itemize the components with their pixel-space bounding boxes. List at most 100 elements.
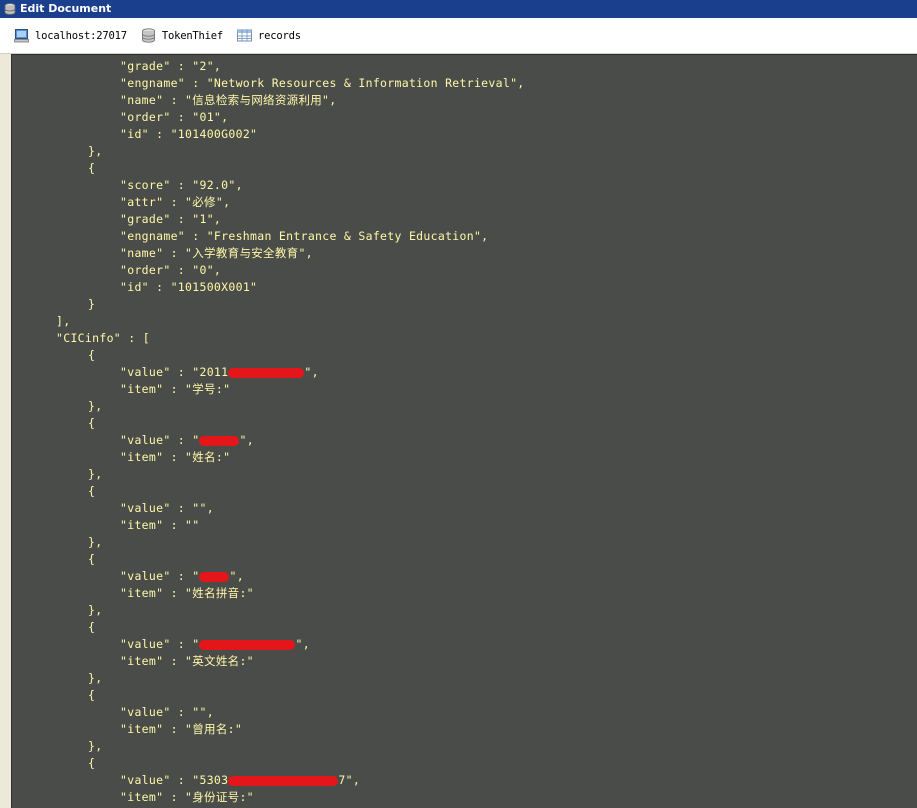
json-field-line: "grade" : "2",	[12, 58, 917, 75]
json-field-line: "item" : "姓名拼音:"	[12, 585, 917, 602]
redaction-mark	[199, 571, 230, 582]
json-separator: :	[170, 433, 193, 447]
json-separator: :	[163, 382, 186, 396]
json-bracket-line: },	[12, 398, 917, 415]
redaction-mark	[199, 639, 296, 650]
json-value: "",	[192, 705, 214, 719]
table-icon	[237, 29, 253, 42]
json-value: "英文姓名:"	[185, 654, 254, 668]
json-key: "value"	[120, 433, 171, 447]
database-icon	[4, 3, 16, 15]
json-separator: :	[121, 331, 143, 345]
json-bracket: },	[88, 467, 103, 481]
json-separator: :	[170, 263, 193, 277]
json-key: "value"	[120, 365, 171, 379]
document-json: "grade" : "2", "engname" : "Network Resou…	[12, 58, 917, 806]
json-bracket: {	[88, 161, 96, 175]
json-key: "item"	[120, 450, 164, 464]
json-value: "姓名拼音:"	[185, 586, 254, 600]
json-field-line: "value" : "",	[12, 704, 917, 721]
json-separator: :	[163, 518, 186, 532]
json-value: [	[142, 331, 150, 345]
json-value: "学号:"	[185, 382, 231, 396]
json-separator: :	[148, 280, 171, 294]
json-separator: :	[170, 365, 193, 379]
breadcrumb-collection[interactable]: records	[237, 28, 301, 43]
json-value-tail: 7",	[338, 773, 361, 787]
breadcrumb-database[interactable]: TokenThief	[141, 28, 223, 43]
json-bracket-line: {	[12, 619, 917, 636]
json-field-line: "item" : ""	[12, 517, 917, 534]
json-bracket-line: },	[12, 534, 917, 551]
json-bracket: },	[88, 399, 103, 413]
document-editor[interactable]: "grade" : "2", "engname" : "Network Resou…	[11, 54, 917, 808]
json-bracket-line: },	[12, 466, 917, 483]
json-key: "item"	[120, 654, 164, 668]
redaction-mark	[228, 775, 339, 786]
json-field-line: "item" : "姓名:"	[12, 449, 917, 466]
json-key: "item"	[120, 722, 164, 736]
json-field-line: "value" : "2011 ",	[12, 364, 917, 381]
json-value: "信息检索与网络资源利用",	[185, 93, 337, 107]
json-key: "grade"	[120, 59, 171, 73]
json-field-line: "CICinfo" : [	[12, 330, 917, 347]
json-bracket-line: },	[12, 602, 917, 619]
json-bracket: }	[88, 297, 96, 311]
breadcrumb: localhost:27017 TokenThief records	[0, 18, 917, 54]
json-bracket-line: {	[12, 551, 917, 568]
json-bracket-line: {	[12, 483, 917, 500]
breadcrumb-server[interactable]: localhost:27017	[14, 28, 127, 43]
json-bracket: {	[88, 688, 96, 702]
json-value-tail: ",	[229, 569, 244, 583]
json-key: "engname"	[120, 229, 186, 243]
json-separator: :	[170, 178, 193, 192]
json-key: "order"	[120, 263, 171, 277]
json-key: "score"	[120, 178, 171, 192]
json-key: "name"	[120, 93, 164, 107]
json-value: "101400G002"	[170, 127, 258, 141]
json-field-line: "item" : "学号:"	[12, 381, 917, 398]
json-key: "CICinfo"	[56, 331, 122, 345]
json-value: "",	[192, 501, 214, 515]
json-key: "item"	[120, 790, 164, 804]
json-bracket: },	[88, 535, 103, 549]
json-value-tail: ",	[295, 637, 310, 651]
breadcrumb-server-label: localhost:27017	[35, 29, 127, 42]
breadcrumb-database-label: TokenThief	[161, 29, 224, 42]
breadcrumb-collection-label: records	[258, 29, 301, 42]
json-field-line: "item" : "身份证号:"	[12, 789, 917, 806]
json-separator: :	[163, 586, 186, 600]
json-separator: :	[163, 246, 186, 260]
json-value: "01",	[192, 110, 229, 124]
json-bracket: },	[88, 739, 103, 753]
json-bracket: ],	[56, 314, 71, 328]
json-field-line: "id" : "101400G002"	[12, 126, 917, 143]
json-value: "入学教育与安全教育",	[185, 246, 313, 260]
json-value: "92.0",	[192, 178, 243, 192]
json-value: ""	[185, 518, 200, 532]
json-value-tail: ",	[239, 433, 254, 447]
json-field-line: "item" : "曾用名:"	[12, 721, 917, 738]
json-field-line: "grade" : "1",	[12, 211, 917, 228]
json-value: "曾用名:"	[185, 722, 243, 736]
redaction-mark	[228, 367, 305, 378]
json-value: "1",	[192, 212, 222, 226]
json-field-line: "score" : "92.0",	[12, 177, 917, 194]
json-separator: :	[148, 127, 171, 141]
json-value: "Network Resources & Information Retriev…	[206, 76, 525, 90]
json-field-line: "attr" : "必修",	[12, 194, 917, 211]
json-bracket: {	[88, 552, 96, 566]
json-separator: :	[185, 229, 207, 243]
json-value: "身份证号:"	[185, 790, 254, 804]
json-key: "item"	[120, 518, 164, 532]
json-bracket-line: }	[12, 296, 917, 313]
json-value: "101500X001"	[170, 280, 258, 294]
json-value: "	[192, 433, 200, 447]
json-separator: :	[163, 722, 186, 736]
json-bracket: {	[88, 620, 96, 634]
json-field-line: "engname" : "Freshman Entrance & Safety …	[12, 228, 917, 245]
json-separator: :	[163, 790, 186, 804]
json-value: "2011	[192, 365, 229, 379]
json-bracket-line: {	[12, 687, 917, 704]
json-value-tail: ",	[304, 365, 319, 379]
